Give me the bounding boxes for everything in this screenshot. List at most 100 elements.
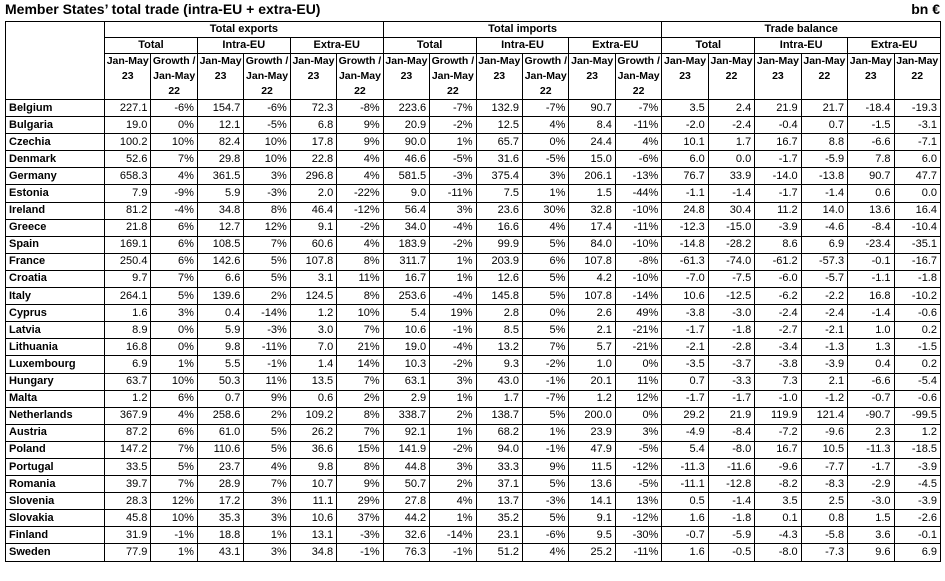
table-cell: 2.8	[475, 304, 524, 323]
table-cell: -6.6	[847, 133, 895, 152]
table-cell: -1.8	[707, 509, 756, 528]
table-cell: 16.4	[893, 201, 942, 220]
table-cell: 311.7	[382, 252, 431, 271]
table-cell: 8.6	[754, 235, 802, 254]
table-row: Czechia 100.2 10% 82.4 10% 17.8 9% 90.0 1% 65.7 0%…	[5, 133, 942, 152]
table-cell: 581.5	[382, 167, 431, 186]
table-cell: -8.3	[800, 475, 849, 494]
table-cell: -12%	[614, 457, 663, 477]
table-cell: -90.7	[847, 406, 895, 425]
table-cell: 6%	[522, 252, 570, 271]
column-label: Jan-May 23	[475, 53, 524, 100]
table-cell: -3.0	[707, 304, 756, 323]
table-cell: -1.2	[800, 389, 849, 408]
table-cell: 37.1	[475, 475, 524, 494]
country-name: Lithuania	[5, 338, 105, 357]
country-name: Austria	[5, 423, 105, 442]
table-cell: 1.7	[707, 133, 756, 152]
table-cell: 1.6	[661, 509, 709, 528]
table-cell: 0.7	[800, 116, 849, 135]
table-cell: 43.1	[196, 543, 245, 562]
table-cell: -5.4	[893, 372, 942, 391]
table-cell: 20.1	[568, 372, 616, 391]
table-row: Latvia 8.9 0% 5.9 -3% 3.0 7% 10.6 -1% 8.5 5% 2.1 -21…	[5, 321, 942, 340]
table-cell: 250.4	[103, 252, 152, 271]
country-name: Netherlands	[5, 406, 105, 425]
table-cell: 264.1	[103, 287, 152, 306]
table-cell: 19%	[429, 304, 477, 323]
table-cell: -1.8	[707, 321, 756, 340]
table-cell: -14.0	[754, 167, 802, 186]
table-cell: -10%	[614, 235, 663, 254]
table-cell: 6.9	[103, 355, 152, 374]
table-cell: 3%	[243, 492, 291, 511]
country-name: Slovakia	[5, 509, 105, 528]
table-cell: -10%	[614, 201, 663, 220]
unit-label: bn €	[911, 1, 940, 17]
table-cell: 35.2	[475, 509, 524, 528]
table-cell: -7.3	[800, 543, 849, 562]
table-cell: 367.9	[103, 406, 152, 425]
table-cell: 5%	[522, 287, 570, 306]
table-cell: -11%	[614, 543, 663, 562]
table-cell: 0%	[150, 116, 198, 135]
table-cell: -5.8	[800, 526, 849, 545]
table-cell: 9.6	[847, 543, 895, 562]
table-cell: 34.0	[382, 218, 431, 237]
table-cell: 21%	[336, 338, 384, 357]
country-name: Sweden	[5, 543, 105, 562]
column-label: Growth / Jan-May 22	[243, 53, 291, 100]
table-cell: 8.5	[475, 321, 524, 340]
table-cell: -3%	[522, 492, 570, 511]
table-cell: -1.1	[661, 184, 709, 203]
table-cell: -5%	[614, 440, 663, 459]
table-cell: 7%	[336, 321, 384, 340]
table-cell: 154.7	[196, 98, 245, 118]
table-cell: 5%	[522, 406, 570, 425]
column-label: Jan-May 23	[754, 53, 802, 100]
table-cell: 9.5	[568, 526, 616, 545]
table-cell: -7.1	[893, 133, 942, 152]
table-cell: -57.3	[800, 252, 849, 271]
table-cell: 44.8	[382, 457, 431, 477]
table-cell: 15%	[336, 440, 384, 459]
column-label: Jan-May 22	[800, 53, 849, 100]
table-cell: -7%	[614, 98, 663, 118]
table-cell: 12%	[243, 218, 291, 237]
table-cell: 5%	[522, 509, 570, 528]
table-cell: 375.4	[475, 167, 524, 186]
table-cell: -1%	[522, 372, 570, 391]
table-cell: 51.2	[475, 543, 524, 562]
table-cell: -22%	[336, 184, 384, 203]
table-cell: -3.9	[754, 218, 802, 237]
table-cell: -6.2	[754, 287, 802, 306]
table-cell: -2%	[429, 116, 477, 135]
table-cell: 4%	[336, 150, 384, 169]
table-cell: 18.8	[196, 526, 245, 545]
subgroup-header: Extra-EU	[568, 37, 663, 54]
table-cell: 1.5	[568, 184, 616, 203]
subgroup-header: Intra-EU	[754, 37, 849, 54]
country-name: Greece	[5, 218, 105, 237]
table-cell: 44.2	[382, 509, 431, 528]
table-cell: 21.9	[707, 406, 756, 425]
table-cell: 4.2	[568, 269, 616, 289]
table-cell: 9.0	[382, 184, 431, 203]
table-cell: -1.7	[661, 389, 709, 408]
table-cell: 3%	[429, 201, 477, 220]
table-cell: -18.5	[893, 440, 942, 459]
table-cell: 119.9	[754, 406, 802, 425]
table-cell: 50.3	[196, 372, 245, 391]
table-cell: 10.6	[661, 287, 709, 306]
table-cell: 0.6	[289, 389, 338, 408]
table-cell: -4.3	[754, 526, 802, 545]
table-cell: -2.0	[661, 116, 709, 135]
table-cell: 0.6	[847, 184, 895, 203]
table-cell: 3%	[243, 543, 291, 562]
table-cell: 110.6	[196, 440, 245, 459]
table-cell: 107.8	[568, 287, 616, 306]
table-cell: -9.6	[754, 457, 802, 477]
table-cell: -0.7	[847, 389, 895, 408]
table-row: Cyprus 1.6 3% 0.4 -14% 1.2 10% 5.4 19% 2.8 0% 2.6 49…	[5, 304, 942, 323]
table-row: Spain 169.1 6% 108.5 7% 60.6 4% 183.9 -2% 99.9 5% 8…	[5, 235, 942, 254]
